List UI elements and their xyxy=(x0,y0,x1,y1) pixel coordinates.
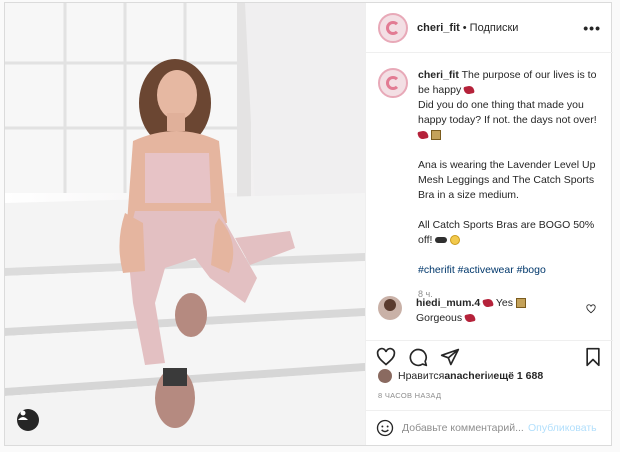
commenter-avatar[interactable] xyxy=(378,296,402,320)
caption: cheri_fit The purpose of our lives is to… xyxy=(378,68,606,302)
caption-para2: Ana is wearing the Lavender Level Up Mes… xyxy=(418,159,596,201)
post-photo[interactable] xyxy=(5,3,365,445)
fist-emoji-icon xyxy=(515,298,526,309)
post-comment-button[interactable]: Опубликовать xyxy=(528,422,597,434)
comment-item: hiedi_mum.4 Yes Gorgeous xyxy=(378,296,606,326)
post-dialog: cheri_fit • Подписки ••• cheri_fit The p… xyxy=(4,2,613,446)
comment-icon[interactable] xyxy=(408,347,428,367)
comment-input[interactable] xyxy=(402,422,524,434)
comment-like-icon[interactable] xyxy=(586,304,596,314)
post-age: 8 ЧАСОВ НАЗАД xyxy=(378,391,442,400)
caption-username[interactable]: cheri_fit xyxy=(418,69,459,81)
comments-list[interactable]: cheri_fit The purpose of our lives is to… xyxy=(366,54,613,339)
bookmark-icon[interactable] xyxy=(583,347,603,367)
following-button[interactable]: Подписки xyxy=(470,22,519,34)
heart-emoji-icon xyxy=(417,130,429,141)
comment-text-b: Gorgeous xyxy=(416,312,466,324)
heart-emoji-icon xyxy=(464,313,476,324)
send-icon[interactable] xyxy=(440,347,460,367)
caption-avatar[interactable] xyxy=(378,68,408,98)
header-separator: • xyxy=(462,21,467,34)
commenter-username[interactable]: hiedi_mum.4 xyxy=(416,297,480,309)
heart-icon[interactable] xyxy=(376,347,396,367)
smile-emoji-icon xyxy=(450,235,461,246)
comment-text-a: Yes xyxy=(493,297,516,309)
fist-emoji-icon xyxy=(430,130,441,141)
author-username[interactable]: cheri_fit xyxy=(417,22,460,34)
add-comment-bar: Опубликовать xyxy=(366,410,613,445)
likes-prefix: Нравится xyxy=(398,370,445,382)
more-icon[interactable]: ••• xyxy=(583,20,601,36)
author-avatar[interactable] xyxy=(378,12,408,43)
emoji-icon[interactable] xyxy=(376,419,394,437)
user-icon xyxy=(18,410,28,420)
liker-username[interactable]: anacheri xyxy=(444,370,487,382)
likes-summary[interactable]: Нравится anacheri и ещё 1 688 xyxy=(378,369,543,383)
post-actions: Нравится anacheri и ещё 1 688 8 ЧАСОВ НА… xyxy=(366,340,613,410)
user-tags-button[interactable] xyxy=(17,409,39,431)
likes-others[interactable]: ещё 1 688 xyxy=(493,370,543,382)
post-sidebar: cheri_fit • Подписки ••• cheri_fit The p… xyxy=(365,3,613,445)
post-photo-image xyxy=(5,3,365,445)
caption-line2: Did you do one thing that made you happy… xyxy=(418,99,597,126)
glasses-emoji-icon xyxy=(435,237,448,244)
caption-hashtags[interactable]: #cherifit #activewear #bogo xyxy=(418,263,606,278)
liker-avatar xyxy=(378,369,392,383)
heart-emoji-icon xyxy=(463,85,475,96)
post-header: cheri_fit • Подписки ••• xyxy=(366,3,613,53)
